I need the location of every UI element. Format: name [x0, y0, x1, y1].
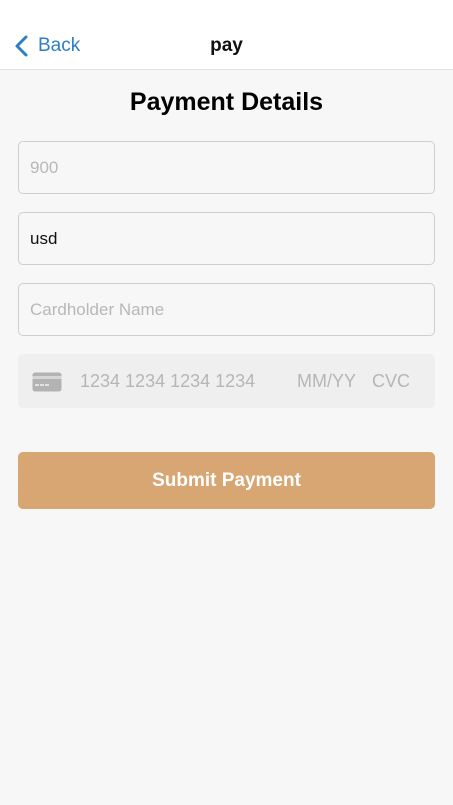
card-cvc-input[interactable]: CVC: [372, 371, 410, 392]
cardholder-name-input[interactable]: [18, 283, 435, 336]
navigation-bar: Back pay: [0, 0, 453, 70]
card-details-field[interactable]: 1234 1234 1234 1234 MM/YY CVC: [18, 354, 435, 408]
submit-payment-button[interactable]: Submit Payment: [18, 452, 435, 509]
credit-card-icon: [32, 372, 62, 392]
amount-input[interactable]: [18, 141, 435, 194]
page-title: Payment Details: [129, 88, 324, 116]
nav-title: pay: [210, 35, 243, 56]
card-number-input[interactable]: 1234 1234 1234 1234: [80, 371, 255, 392]
card-expiry-input[interactable]: MM/YY: [297, 371, 356, 392]
currency-input[interactable]: [18, 212, 435, 265]
